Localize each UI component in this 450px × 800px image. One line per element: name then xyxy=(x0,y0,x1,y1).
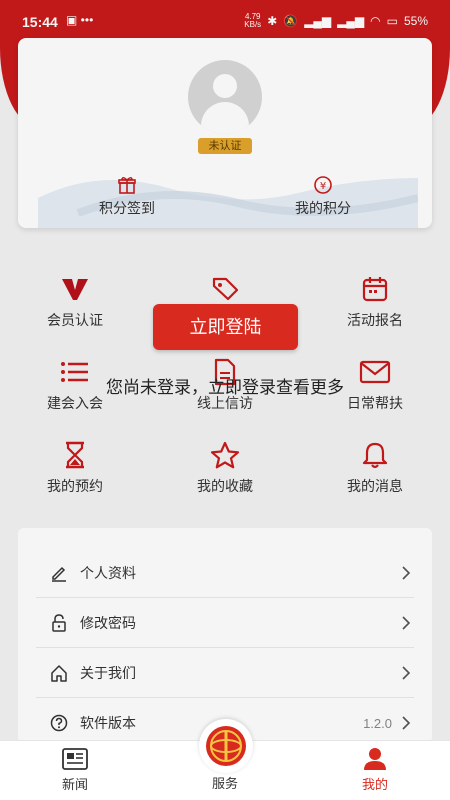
nav-service-label: 服务 xyxy=(211,776,238,791)
nav-news[interactable]: 新闻 xyxy=(30,747,120,793)
login-button[interactable]: 立即登陆 xyxy=(153,304,298,350)
newspaper-icon xyxy=(62,748,88,770)
bottom-nav: 新闻 服务 我的 xyxy=(0,719,450,800)
login-tip-text: 您尚未登录，立即登录查看更多 xyxy=(106,378,344,397)
user-icon xyxy=(364,748,386,770)
login-overlay xyxy=(0,0,450,740)
nav-mine[interactable]: 我的 xyxy=(330,747,420,793)
nav-service[interactable] xyxy=(199,719,253,773)
union-logo-icon xyxy=(206,726,246,766)
